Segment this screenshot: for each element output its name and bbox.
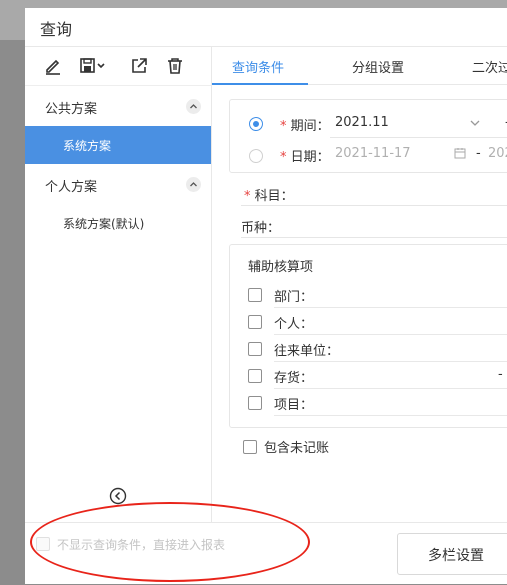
inventory-input[interactable] <box>274 388 507 389</box>
person-label: 个人： <box>274 317 314 332</box>
skip-conditions-label: 不显示查询条件，直接进入报表 <box>57 538 226 552</box>
save-dropdown-icon[interactable] <box>79 56 109 76</box>
currency-input[interactable] <box>241 237 507 238</box>
auxiliary-accounting-group: 辅助核算项 部门： 个人： 往来单位： 存货： - 项目： <box>229 244 507 428</box>
dialog-header: 查询 <box>25 8 507 47</box>
skip-conditions-checkbox[interactable] <box>36 537 50 551</box>
collapse-left-icon[interactable] <box>109 487 127 505</box>
period-date-group: * 期间： 2021.11 - * 日期： 2021-11-17 - 202 <box>229 99 507 173</box>
period-radio[interactable] <box>249 117 263 131</box>
subject-input[interactable] <box>241 205 507 206</box>
scheme-item-system[interactable]: 系统方案 <box>25 126 211 164</box>
period-select[interactable]: 2021.11 <box>335 115 389 130</box>
counterparty-label: 往来单位： <box>274 344 340 359</box>
inventory-label: 存货： <box>274 371 314 386</box>
project-input[interactable] <box>274 415 507 416</box>
tab-secondary-filter[interactable]: 二次过 <box>472 57 507 76</box>
scheme-toolbar <box>25 47 211 86</box>
dialog-title: 查询 <box>40 20 73 39</box>
counterparty-input[interactable] <box>274 361 507 362</box>
date-end-input[interactable]: 202 <box>488 146 507 161</box>
person-checkbox[interactable] <box>248 315 262 329</box>
personal-scheme-group[interactable]: 个人方案 <box>25 164 211 204</box>
public-scheme-group[interactable]: 公共方案 <box>25 86 211 126</box>
chevron-up-icon[interactable] <box>186 99 201 114</box>
inventory-checkbox[interactable] <box>248 369 262 383</box>
scheme-item-label: 系统方案 <box>63 139 112 153</box>
project-label: 项目： <box>274 398 314 413</box>
pencil-icon[interactable] <box>43 56 63 76</box>
department-label: 部门： <box>274 290 314 305</box>
export-icon[interactable] <box>129 56 149 76</box>
period-underline <box>330 137 507 138</box>
scheme-item-label: 系统方案(默认) <box>63 217 145 231</box>
scheme-panel: 公共方案 系统方案 个人方案 系统方案(默认) <box>25 47 212 522</box>
date-start-input[interactable]: 2021-11-17 <box>335 146 411 161</box>
personal-scheme-label: 个人方案 <box>45 180 98 195</box>
date-label: * 日期： <box>280 150 330 165</box>
tab-query-conditions[interactable]: 查询条件 <box>232 57 284 76</box>
currency-label: 币种： <box>241 221 281 236</box>
include-unposted-label: 包含未记账 <box>264 441 330 456</box>
tab-group-settings[interactable]: 分组设置 <box>352 57 404 76</box>
department-input[interactable] <box>274 307 507 308</box>
person-input[interactable] <box>274 334 507 335</box>
chevron-down-icon[interactable] <box>469 117 481 133</box>
inventory-range-separator: - <box>498 367 503 382</box>
multi-column-settings-button[interactable]: 多栏设置 <box>397 533 507 575</box>
subject-label: * 科目： <box>244 189 294 204</box>
calendar-icon[interactable] <box>454 147 466 163</box>
public-scheme-label: 公共方案 <box>45 102 98 117</box>
include-unposted-checkbox[interactable] <box>243 440 257 454</box>
counterparty-checkbox[interactable] <box>248 342 262 356</box>
department-checkbox[interactable] <box>248 288 262 302</box>
dialog-footer: 不显示查询条件，直接进入报表 多栏设置 <box>25 522 507 585</box>
query-tabs: 查询条件 分组设置 二次过 <box>212 47 507 85</box>
auxiliary-title: 辅助核算项 <box>248 260 314 275</box>
trash-icon[interactable] <box>165 56 185 76</box>
scheme-item-system-default[interactable]: 系统方案(默认) <box>25 204 211 242</box>
active-tab-indicator <box>212 83 308 85</box>
period-label: * 期间： <box>280 119 330 134</box>
project-checkbox[interactable] <box>248 396 262 410</box>
chevron-up-icon[interactable] <box>186 177 201 192</box>
date-radio[interactable] <box>249 149 263 163</box>
date-separator: - <box>476 146 481 161</box>
multi-column-settings-label: 多栏设置 <box>428 548 484 564</box>
query-dialog: 查询 公共方案 系统方案 个人方案 系统方案(默认) 查询条件 分组设置 二次过… <box>25 8 507 584</box>
